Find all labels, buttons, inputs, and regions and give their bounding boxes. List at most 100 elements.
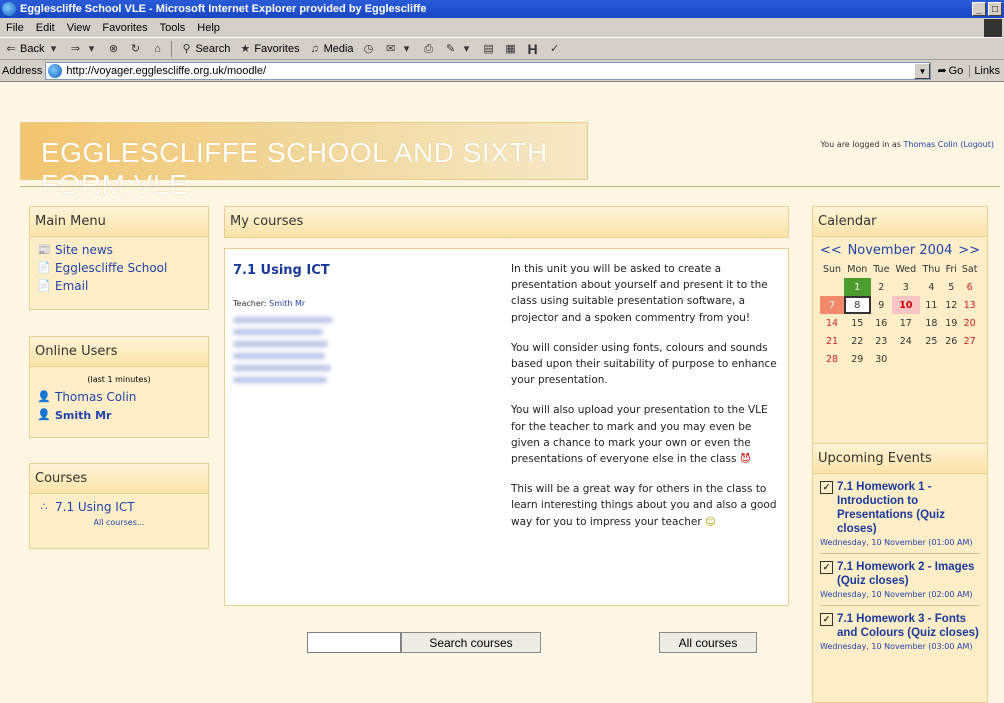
weekday-mon: Mon [847, 263, 868, 275]
online-user-thomas-colin[interactable]: 👤 Thomas Colin [37, 390, 201, 404]
online-users-note: (last 1 minutes) [87, 375, 151, 384]
calendar-day [820, 278, 844, 296]
address-url: http://voyager.egglescliffe.org.uk/moodl… [66, 64, 267, 77]
calendar-next-link[interactable]: >> [958, 243, 980, 258]
document-icon: 📄 [37, 279, 51, 292]
minimize-button[interactable]: _ [972, 2, 986, 16]
event-date: Wednesday, 10 November (02:00 AM) [820, 590, 973, 599]
blurred-teacher-1 [233, 317, 333, 323]
menu-item-email[interactable]: 📄 Email [37, 279, 201, 293]
calendar-day: 20 [963, 317, 976, 329]
menu-tools[interactable]: Tools [154, 22, 192, 34]
menu-item-site-news[interactable]: 📰 Site news [37, 243, 201, 257]
main-menu-title: Main Menu [30, 207, 208, 237]
user-link[interactable]: Thomas Colin [904, 140, 958, 149]
calendar-day: 18 [925, 317, 938, 329]
menu-view[interactable]: View [61, 22, 97, 34]
course-search-input[interactable] [307, 632, 401, 653]
calendar-day [892, 350, 919, 368]
summary-paragraph-1: In this unit you will be asked to create… [511, 263, 768, 324]
all-courses-button[interactable]: All courses [659, 632, 757, 653]
menu-help[interactable]: Help [191, 22, 226, 34]
quiz-icon: ✓ [820, 613, 833, 626]
weekday-thu: Thu [922, 263, 941, 275]
page-icon [48, 63, 63, 78]
search-button[interactable]: ⚲ Search [175, 42, 234, 56]
event-link[interactable]: ✓ 7.1 Homework 1 - Introduction to Presen… [820, 480, 980, 536]
event-separator [820, 605, 980, 606]
calendar-week: 21 22 23 24 25 26 27 [820, 332, 980, 350]
home-button[interactable]: ⌂ [146, 42, 168, 56]
mail-button[interactable]: ✉ ▾ [380, 42, 418, 56]
home-icon: ⌂ [154, 42, 161, 55]
h-button[interactable]: H [522, 42, 544, 56]
page-content: EGGLESCLIFFE SCHOOL AND SIXTH FORM VLE Y… [0, 82, 1004, 703]
blurred-teacher-5 [233, 365, 331, 371]
search-courses-button[interactable]: Search courses [401, 632, 541, 653]
refresh-button[interactable]: ↻ [124, 42, 146, 56]
menu-favorites[interactable]: Favorites [96, 22, 153, 34]
login-info: You are logged in as Thomas Colin (Logou… [820, 140, 994, 149]
course-title-link[interactable]: 7.1 Using ICT [233, 263, 330, 278]
history-button[interactable]: ◷ [358, 42, 380, 56]
calendar-day: 24 [899, 335, 912, 347]
window-titlebar: Egglescliffe School VLE - Microsoft Inte… [0, 0, 1004, 18]
calendar-day: 25 [925, 335, 938, 347]
calendar-day [920, 350, 944, 368]
mail-icon: ✉ [385, 42, 396, 55]
event-link[interactable]: ✓ 7.1 Homework 3 - Fonts and Colours (Qui… [820, 612, 980, 640]
calendar-day: 9 [878, 299, 885, 311]
upcoming-event: ✓ 7.1 Homework 2 - Images (Quiz closes) W… [820, 560, 980, 599]
upcoming-event: ✓ 7.1 Homework 1 - Introduction to Presen… [820, 480, 980, 547]
calendar-day[interactable]: 7 [820, 296, 844, 314]
address-dropdown-icon[interactable]: ▼ [914, 62, 931, 79]
discuss-button[interactable]: ▤ [478, 42, 500, 56]
back-button[interactable]: ⇐ Back ▾ [0, 42, 64, 56]
course-link-7-1[interactable]: ∴ 7.1 Using ICT [37, 500, 201, 514]
calendar-day: 19 [945, 317, 958, 329]
event-link[interactable]: ✓ 7.1 Homework 2 - Images (Quiz closes) [820, 560, 980, 588]
edit-button[interactable]: ✎ ▾ [440, 42, 478, 56]
calendar-prev-link[interactable]: << [820, 243, 842, 258]
menu-edit[interactable]: Edit [30, 22, 61, 34]
logout-link[interactable]: (Logout) [960, 140, 994, 149]
forward-arrow-icon: ⇒ [70, 42, 81, 55]
all-courses-link[interactable]: All courses... [37, 518, 201, 527]
research-button[interactable]: ▦ [500, 42, 522, 56]
user-icon: 👤 [37, 390, 51, 403]
media-button[interactable]: ♫ Media [304, 42, 358, 56]
site-banner-title: EGGLESCLIFFE SCHOOL AND SIXTH FORM VLE [41, 137, 548, 200]
stop-button[interactable]: ⊗ [102, 42, 124, 56]
course-box: 7.1 Using ICT Teacher: Smith Mr In this … [224, 248, 789, 606]
favorites-button[interactable]: ★ Favorites [234, 42, 303, 56]
print-button[interactable]: ⎙ [418, 42, 440, 56]
calendar-month-link[interactable]: November 2004 [848, 243, 953, 258]
online-users-block: Online Users (last 1 minutes) 👤 Thomas Co… [29, 336, 209, 438]
calendar-title: Calendar [813, 207, 987, 237]
address-label: Address [2, 64, 43, 77]
media-icon: ♫ [310, 42, 319, 55]
menu-file[interactable]: File [0, 22, 30, 34]
menu-item-egglescliffe-school[interactable]: 📄 Egglescliffe School [37, 261, 201, 275]
teacher-link[interactable]: Smith Mr [269, 299, 305, 308]
go-button[interactable]: ➦ Go [931, 64, 969, 78]
calendar-day: 5 [948, 281, 955, 293]
event-date: Wednesday, 10 November (01:00 AM) [820, 538, 973, 547]
calendar-day: 16 [875, 317, 888, 329]
maximize-button[interactable]: □ [988, 2, 1002, 16]
calendar-week: 14 15 16 17 18 19 20 [820, 314, 980, 332]
calendar-day-event[interactable]: 10 [892, 296, 920, 314]
research-icon: ▦ [505, 42, 516, 55]
window-title: Egglescliffe School VLE - Microsoft Inte… [20, 3, 427, 15]
favorites-icon: ★ [240, 42, 251, 55]
calendar-day: 13 [963, 299, 976, 311]
forward-button[interactable]: ⇒ ▾ [64, 42, 102, 56]
links-button[interactable]: Links [969, 64, 1004, 77]
calendar-day [959, 350, 980, 368]
address-field[interactable]: http://voyager.egglescliffe.org.uk/moodl… [45, 61, 932, 80]
calendar-day: 14 [825, 317, 839, 329]
messenger-button[interactable]: ✓ [544, 42, 566, 56]
site-banner: EGGLESCLIFFE SCHOOL AND SIXTH FORM VLE [20, 122, 588, 200]
calendar-day[interactable]: 1 [843, 278, 871, 296]
online-user-smith-mr[interactable]: 👤 Smith Mr [37, 408, 201, 422]
